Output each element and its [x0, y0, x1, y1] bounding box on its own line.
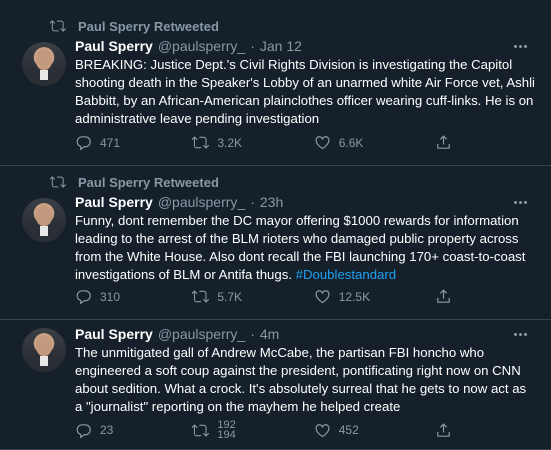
tweet[interactable]: Paul Sperry @paulsperry_ · 4m The unmiti… — [0, 320, 551, 450]
like-count: 12.5K — [338, 289, 371, 304]
tweet-text: Funny, dont remember the DC mayor offeri… — [75, 212, 535, 284]
timestamp[interactable]: 23h — [260, 194, 283, 210]
author-name[interactable]: Paul Sperry — [75, 194, 153, 210]
reply-button[interactable]: 471 — [75, 134, 192, 151]
share-icon — [437, 422, 450, 437]
share-button[interactable] — [435, 288, 455, 305]
reply-button[interactable]: 310 — [75, 288, 192, 305]
retweet-context: Paul Sperry Retweeted — [50, 174, 219, 190]
heart-icon — [315, 290, 330, 304]
share-button[interactable] — [435, 134, 455, 151]
timeline: Paul Sperry Retweeted Paul Sperry @pauls… — [0, 0, 551, 450]
reply-icon — [76, 136, 91, 151]
retweet-label[interactable]: Paul Sperry Retweeted — [78, 19, 219, 34]
avatar[interactable] — [22, 328, 66, 372]
author-handle[interactable]: @paulsperry_ — [158, 194, 245, 210]
author-name[interactable]: Paul Sperry — [75, 326, 153, 342]
separator: · — [250, 194, 255, 210]
like-button[interactable]: 6.6K — [314, 134, 435, 151]
retweet-icon — [192, 136, 210, 149]
retweet-button[interactable]: 192 194 — [192, 420, 313, 441]
timestamp[interactable]: 4m — [260, 326, 279, 342]
like-button[interactable]: 452 — [314, 422, 435, 439]
more-options-icon[interactable] — [514, 333, 527, 336]
retweet-count: 3.2K — [217, 135, 243, 150]
retweet-icon — [192, 424, 210, 436]
share-icon — [437, 289, 450, 303]
like-count: 6.6K — [338, 135, 364, 150]
reply-count: 23 — [100, 423, 114, 437]
retweet-count-new: 194 — [217, 429, 236, 441]
author-handle[interactable]: @paulsperry_ — [158, 38, 245, 54]
author-handle[interactable]: @paulsperry_ — [158, 326, 245, 342]
separator: · — [250, 38, 255, 54]
retweet-icon — [192, 290, 210, 303]
heart-icon — [315, 136, 330, 150]
retweet-label[interactable]: Paul Sperry Retweeted — [78, 175, 219, 190]
avatar[interactable] — [22, 42, 66, 86]
hashtag-link[interactable]: #Doublestandard — [296, 267, 396, 282]
tweet-header: Paul Sperry @paulsperry_ · 23h — [75, 194, 283, 210]
like-button[interactable]: 12.5K — [314, 288, 435, 305]
timestamp[interactable]: Jan 12 — [260, 38, 302, 54]
retweet-count: 5.7K — [217, 289, 243, 304]
tweet-header: Paul Sperry @paulsperry_ · 4m — [75, 326, 279, 342]
reply-icon — [76, 423, 91, 438]
share-icon — [437, 135, 450, 149]
like-count: 452 — [338, 423, 359, 437]
share-button[interactable] — [435, 422, 455, 439]
avatar[interactable] — [22, 198, 66, 242]
tweet-header: Paul Sperry @paulsperry_ · Jan 12 — [75, 38, 302, 54]
reply-icon — [76, 290, 91, 305]
reply-count: 471 — [100, 135, 121, 150]
tweet[interactable]: Paul Sperry Retweeted Paul Sperry @pauls… — [0, 0, 551, 166]
retweet-icon — [50, 176, 66, 188]
more-options-icon[interactable] — [514, 201, 527, 204]
more-options-icon[interactable] — [514, 45, 527, 48]
reply-count: 310 — [100, 289, 121, 304]
heart-icon — [315, 423, 330, 437]
reply-button[interactable]: 23 — [75, 422, 192, 439]
tweet-text: The unmitigated gall of Andrew McCabe, t… — [75, 345, 527, 414]
author-name[interactable]: Paul Sperry — [75, 38, 153, 54]
retweet-icon — [50, 20, 66, 32]
retweet-button[interactable]: 3.2K — [192, 134, 313, 151]
tweet-actions: 471 3.2K 6.6K — [75, 134, 455, 151]
separator: · — [250, 326, 255, 342]
tweet-actions: 310 5.7K 12.5K — [75, 288, 455, 305]
tweet[interactable]: Paul Sperry Retweeted Paul Sperry @pauls… — [0, 166, 551, 320]
retweet-button[interactable]: 5.7K — [192, 288, 313, 305]
tweet-actions: 23 192 194 452 — [75, 420, 455, 441]
retweet-count-animating: 192 194 — [217, 420, 236, 441]
tweet-text: BREAKING: Justice Dept.'s Civil Rights D… — [75, 57, 535, 126]
retweet-context: Paul Sperry Retweeted — [50, 18, 219, 34]
